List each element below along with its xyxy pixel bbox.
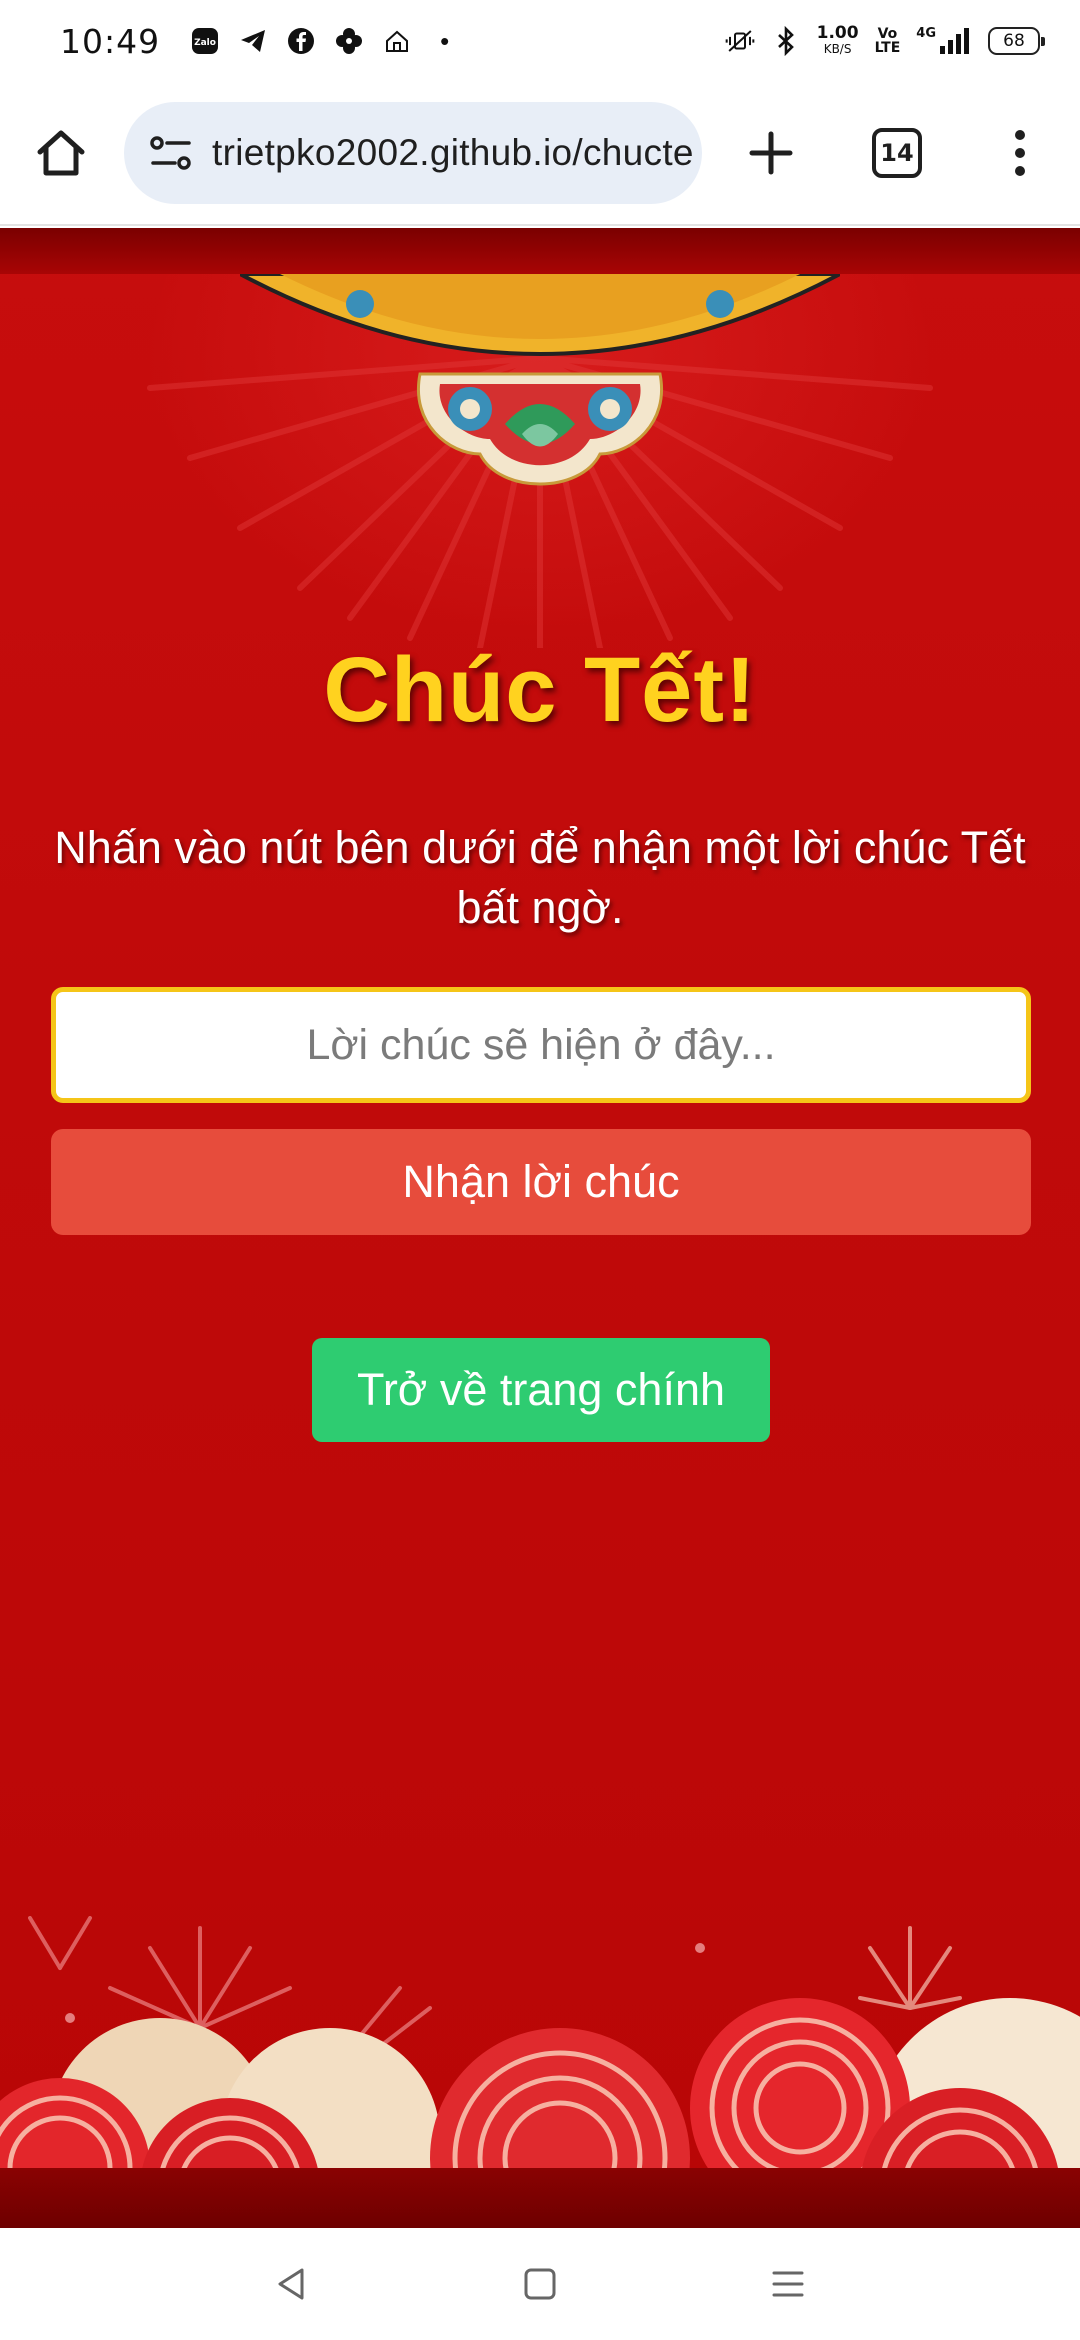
new-tab-button[interactable] xyxy=(738,120,804,186)
facebook-icon xyxy=(286,26,316,56)
web-page: Chúc Tết! Nhấn vào nút bên dưới để nhận … xyxy=(0,228,1080,2228)
status-bar: 10:49 Zalo • 1.00 KB/S Vo LTE 4G 68 xyxy=(0,0,1080,82)
site-settings-icon[interactable] xyxy=(146,128,196,178)
network-type: 4G xyxy=(916,26,936,41)
system-indicators: 1.00 KB/S Vo LTE 4G 68 xyxy=(725,25,1045,57)
network-speed-unit: KB/S xyxy=(823,42,852,56)
tab-count: 14 xyxy=(880,139,914,167)
mute-vibrate-icon xyxy=(725,26,755,56)
menu-dot xyxy=(1015,148,1025,158)
menu-dot xyxy=(1015,166,1025,176)
battery-indicator: 68 xyxy=(988,27,1045,55)
system-navigation-bar xyxy=(0,2228,1080,2340)
zalo-icon: Zalo xyxy=(190,26,220,56)
volte-line1: Vo xyxy=(877,26,898,42)
status-time: 10:49 xyxy=(60,21,161,61)
signal-bars-icon xyxy=(940,28,969,54)
more-options-button[interactable] xyxy=(1000,120,1040,186)
telegram-icon xyxy=(238,26,268,56)
menu-lines-icon xyxy=(772,2271,804,2297)
url-text[interactable]: trietpko2002.github.io/chucte xyxy=(212,132,692,174)
home-button[interactable] xyxy=(28,120,94,186)
menu-dot xyxy=(1015,130,1025,140)
back-triangle-icon xyxy=(278,2268,304,2300)
wish-output-field[interactable] xyxy=(51,987,1031,1103)
home-square-icon xyxy=(524,2268,556,2300)
network-speed: 1.00 KB/S xyxy=(817,25,859,57)
back-nav-button[interactable] xyxy=(262,2256,322,2312)
volte-indicator: Vo LTE xyxy=(875,27,901,55)
flower-app-icon xyxy=(334,26,364,56)
plus-icon xyxy=(749,131,793,175)
home-app-icon xyxy=(382,26,412,56)
address-bar[interactable]: trietpko2002.github.io/chucte xyxy=(124,102,702,204)
volte-line2: LTE xyxy=(874,40,901,56)
more-notifications-dot: • xyxy=(440,25,450,56)
page-title: Chúc Tết! xyxy=(323,639,757,741)
svg-text:Zalo: Zalo xyxy=(194,38,216,48)
battery-level: 68 xyxy=(1003,31,1025,51)
home-nav-button[interactable] xyxy=(510,2256,570,2312)
home-icon xyxy=(37,130,85,176)
browser-toolbar: trietpko2002.github.io/chucte 14 xyxy=(0,82,1080,226)
network-speed-value: 1.00 xyxy=(816,23,859,43)
dragon-medallion-decoration xyxy=(240,274,840,486)
signal-indicator: 4G xyxy=(916,26,972,56)
notification-icons: Zalo • xyxy=(190,26,449,57)
tab-switcher-button[interactable]: 14 xyxy=(872,128,922,178)
bluetooth-icon xyxy=(771,26,801,56)
clouds-decoration xyxy=(0,1998,1080,2178)
page-description: Nhấn vào nút bên dưới để nhận một lời ch… xyxy=(54,822,1026,933)
bottom-border-band xyxy=(0,2168,1080,2228)
get-wish-button[interactable]: Nhận lời chúc xyxy=(51,1129,1031,1235)
back-home-button[interactable]: Trở về trang chính xyxy=(312,1338,770,1442)
recents-nav-button[interactable] xyxy=(758,2256,818,2312)
